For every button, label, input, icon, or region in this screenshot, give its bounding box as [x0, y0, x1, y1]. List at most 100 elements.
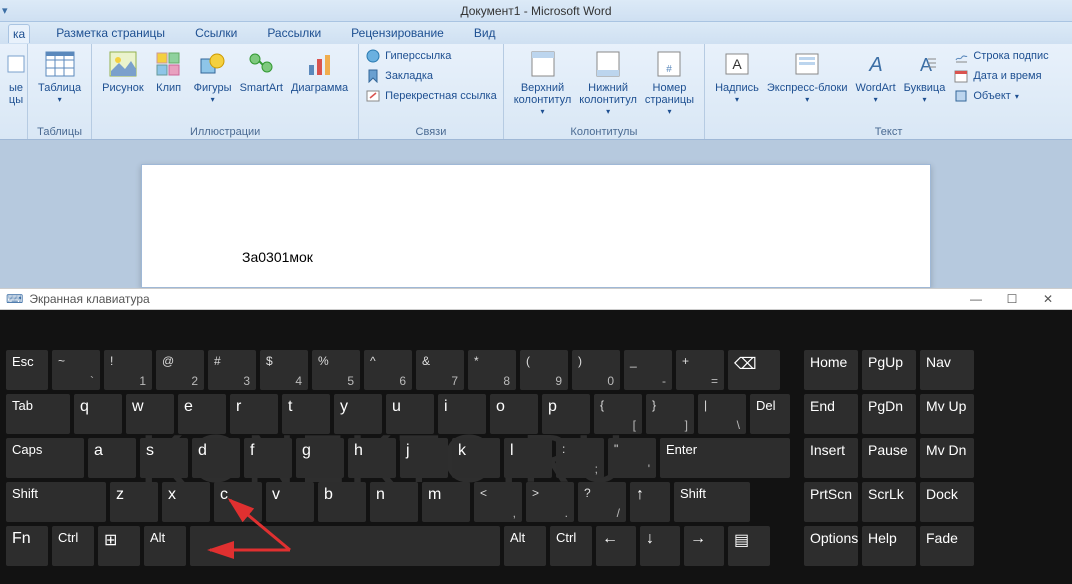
key-"'[interactable]: "' [608, 438, 656, 478]
key-o[interactable]: o [490, 394, 538, 434]
key-b[interactable]: b [318, 482, 366, 522]
key-p[interactable]: p [542, 394, 590, 434]
key-n[interactable]: n [370, 482, 418, 522]
hyperlink-button[interactable]: Гиперссылка [365, 48, 497, 64]
key-@2[interactable]: @2 [156, 350, 204, 390]
key-▤[interactable]: ▤ [728, 526, 770, 566]
qat-dropdown-icon[interactable]: ▾ [2, 4, 8, 17]
crossref-button[interactable]: Перекрестная ссылка [365, 88, 497, 104]
key-?/[interactable]: ?/ [578, 482, 626, 522]
key-f[interactable]: f [244, 438, 292, 478]
key-dock[interactable]: Dock [920, 482, 974, 522]
key-!1[interactable]: !1 [104, 350, 152, 390]
document-page[interactable]: За0301мок [141, 164, 931, 288]
key-ctrl[interactable]: Ctrl [550, 526, 592, 566]
key-del[interactable]: Del [750, 394, 790, 434]
key-{[[interactable]: {[ [594, 394, 642, 434]
key-u[interactable]: u [386, 394, 434, 434]
close-button[interactable]: ✕ [1030, 289, 1066, 309]
key-r[interactable]: r [230, 394, 278, 434]
key-caps[interactable]: Caps [6, 438, 84, 478]
key-fade[interactable]: Fade [920, 526, 974, 566]
key-mvdn[interactable]: Mv Dn [920, 438, 974, 478]
datetime-button[interactable]: Дата и время [953, 68, 1048, 84]
key-pgdn[interactable]: PgDn [862, 394, 916, 434]
wordart-button[interactable]: AWordArt▾ [852, 46, 900, 108]
key-|\[interactable]: |\ [698, 394, 746, 434]
key-g[interactable]: g [296, 438, 344, 478]
key-%5[interactable]: %5 [312, 350, 360, 390]
key-x[interactable]: x [162, 482, 210, 522]
tab-review[interactable]: Рецензирование [347, 24, 448, 42]
tab-mailings[interactable]: Рассылки [263, 24, 325, 42]
key-$4[interactable]: $4 [260, 350, 308, 390]
key-~`[interactable]: ~` [52, 350, 100, 390]
key-d[interactable]: d [192, 438, 240, 478]
key-}][interactable]: }] [646, 394, 694, 434]
key-t[interactable]: t [282, 394, 330, 434]
key-prtscn[interactable]: PrtScn [804, 482, 858, 522]
key-+=[interactable]: += [676, 350, 724, 390]
key-m[interactable]: m [422, 482, 470, 522]
tab-active[interactable]: ка [8, 24, 30, 43]
key-alt[interactable]: Alt [144, 526, 186, 566]
tab-references[interactable]: Ссылки [191, 24, 241, 42]
key-shift[interactable]: Shift [674, 482, 750, 522]
key-tab[interactable]: Tab [6, 394, 70, 434]
key-pause[interactable]: Pause [862, 438, 916, 478]
dropcap-button[interactable]: AБуквица▾ [900, 46, 950, 108]
key->.[interactable]: >. [526, 482, 574, 522]
object-button[interactable]: Объект ▾ [953, 88, 1048, 104]
key-i[interactable]: i [438, 394, 486, 434]
key-h[interactable]: h [348, 438, 396, 478]
key-w[interactable]: w [126, 394, 174, 434]
key-help[interactable]: Help [862, 526, 916, 566]
partial-button[interactable]: ые цы [6, 46, 26, 108]
key-fn[interactable]: Fn [6, 526, 48, 566]
maximize-button[interactable]: ☐ [994, 289, 1030, 309]
key-<,[interactable]: <, [474, 482, 522, 522]
header-button[interactable]: Верхний колонтитул▾ [510, 46, 576, 120]
key-a[interactable]: a [88, 438, 136, 478]
chart-button[interactable]: Диаграмма [287, 46, 352, 96]
minimize-button[interactable]: — [958, 289, 994, 309]
key-pgup[interactable]: PgUp [862, 350, 916, 390]
key-(9[interactable]: (9 [520, 350, 568, 390]
key-c[interactable]: c [214, 482, 262, 522]
key-↑[interactable]: ↑ [630, 482, 670, 522]
key-options[interactable]: Options [804, 526, 858, 566]
key-&7[interactable]: &7 [416, 350, 464, 390]
footer-button[interactable]: Нижний колонтитул▾ [575, 46, 641, 120]
textbox-button[interactable]: AНадпись▾ [711, 46, 763, 108]
key-end[interactable]: End [804, 394, 858, 434]
key-enter[interactable]: Enter [660, 438, 790, 478]
key-y[interactable]: y [334, 394, 382, 434]
key-_-[interactable]: _- [624, 350, 672, 390]
key-[interactable] [190, 526, 500, 566]
shapes-button[interactable]: Фигуры▾ [190, 46, 236, 108]
bookmark-button[interactable]: Закладка [365, 68, 497, 84]
key-nav[interactable]: Nav [920, 350, 974, 390]
tab-view[interactable]: Вид [470, 24, 500, 42]
clip-button[interactable]: Клип [148, 46, 190, 96]
key-→[interactable]: → [684, 526, 724, 566]
key-v[interactable]: v [266, 482, 314, 522]
key-)0[interactable]: )0 [572, 350, 620, 390]
key-←[interactable]: ← [596, 526, 636, 566]
key-⌫[interactable]: ⌫ [728, 350, 780, 390]
key-esc[interactable]: Esc [6, 350, 48, 390]
table-button[interactable]: Таблица▾ [34, 46, 85, 108]
key-j[interactable]: j [400, 438, 448, 478]
key-:;[interactable]: :; [556, 438, 604, 478]
key-s[interactable]: s [140, 438, 188, 478]
sigline-button[interactable]: Строка подпис [953, 48, 1048, 64]
picture-button[interactable]: Рисунок [98, 46, 148, 96]
key-z[interactable]: z [110, 482, 158, 522]
key-alt[interactable]: Alt [504, 526, 546, 566]
tab-page-layout[interactable]: Разметка страницы [52, 24, 169, 42]
pagenum-button[interactable]: #Номер страницы▾ [641, 46, 698, 120]
key-scrlk[interactable]: ScrLk [862, 482, 916, 522]
key-e[interactable]: e [178, 394, 226, 434]
key-↓[interactable]: ↓ [640, 526, 680, 566]
key-shift[interactable]: Shift [6, 482, 106, 522]
